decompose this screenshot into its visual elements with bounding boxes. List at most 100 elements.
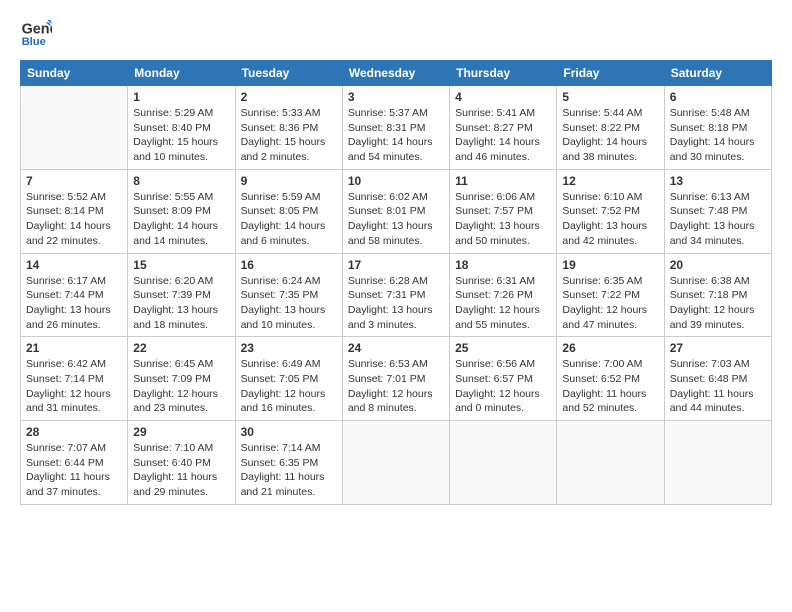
weekday-header-row: SundayMondayTuesdayWednesdayThursdayFrid… <box>21 61 772 86</box>
day-info: Sunrise: 6:06 AMSunset: 7:57 PMDaylight:… <box>455 190 551 249</box>
week-row-1: 7 Sunrise: 5:52 AMSunset: 8:14 PMDaylight… <box>21 169 772 253</box>
day-number: 24 <box>348 341 444 355</box>
day-info: Sunrise: 6:10 AMSunset: 7:52 PMDaylight:… <box>562 190 658 249</box>
weekday-header-monday: Monday <box>128 61 235 86</box>
day-number: 5 <box>562 90 658 104</box>
day-info: Sunrise: 5:44 AMSunset: 8:22 PMDaylight:… <box>562 106 658 165</box>
calendar-cell: 6Sunrise: 5:48 AMSunset: 8:18 PMDaylight… <box>664 86 771 170</box>
calendar-cell <box>21 86 128 170</box>
calendar-cell: 17 Sunrise: 6:28 AMSunset: 7:31 PMDayligh… <box>342 253 449 337</box>
calendar-cell: 16 Sunrise: 6:24 AMSunset: 7:35 PMDayligh… <box>235 253 342 337</box>
day-number: 21 <box>26 341 122 355</box>
day-number: 13 <box>670 174 766 188</box>
day-number: 26 <box>562 341 658 355</box>
svg-text:Blue: Blue <box>22 36 46 48</box>
day-number: 19 <box>562 258 658 272</box>
day-number: 30 <box>241 425 337 439</box>
day-number: 20 <box>670 258 766 272</box>
header: General Blue <box>20 16 772 48</box>
day-number: 3 <box>348 90 444 104</box>
day-number: 25 <box>455 341 551 355</box>
day-info: Sunrise: 6:45 AMSunset: 7:09 PMDaylight:… <box>133 357 229 416</box>
day-info: Sunrise: 6:24 AMSunset: 7:35 PMDaylight:… <box>241 274 337 333</box>
day-number: 4 <box>455 90 551 104</box>
day-info: Sunrise: 6:56 AMSunset: 6:57 PMDaylight:… <box>455 357 551 416</box>
day-info: Sunrise: 6:35 AMSunset: 7:22 PMDaylight:… <box>562 274 658 333</box>
calendar-cell: 10 Sunrise: 6:02 AMSunset: 8:01 PMDayligh… <box>342 169 449 253</box>
weekday-header-wednesday: Wednesday <box>342 61 449 86</box>
calendar-cell: 30Sunrise: 7:14 AMSunset: 6:35 PMDayligh… <box>235 421 342 505</box>
day-number: 12 <box>562 174 658 188</box>
day-info: Sunrise: 5:59 AMSunset: 8:05 PMDaylight:… <box>241 190 337 249</box>
calendar-cell: 23 Sunrise: 6:49 AMSunset: 7:05 PMDayligh… <box>235 337 342 421</box>
day-number: 8 <box>133 174 229 188</box>
day-info: Sunrise: 5:41 AMSunset: 8:27 PMDaylight:… <box>455 106 551 165</box>
day-number: 11 <box>455 174 551 188</box>
day-info: Sunrise: 7:03 AMSunset: 6:48 PMDaylight:… <box>670 357 766 416</box>
calendar-cell <box>557 421 664 505</box>
day-info: Sunrise: 6:28 AMSunset: 7:31 PMDaylight:… <box>348 274 444 333</box>
day-info: Sunrise: 7:10 AMSunset: 6:40 PMDaylight:… <box>133 441 229 500</box>
calendar-cell: 3 Sunrise: 5:37 AMSunset: 8:31 PMDaylight… <box>342 86 449 170</box>
weekday-header-friday: Friday <box>557 61 664 86</box>
day-number: 17 <box>348 258 444 272</box>
day-number: 14 <box>26 258 122 272</box>
day-number: 6 <box>670 90 766 104</box>
calendar-cell: 4 Sunrise: 5:41 AMSunset: 8:27 PMDaylight… <box>450 86 557 170</box>
day-info: Sunrise: 6:42 AMSunset: 7:14 PMDaylight:… <box>26 357 122 416</box>
calendar-cell <box>342 421 449 505</box>
calendar-cell: 8 Sunrise: 5:55 AMSunset: 8:09 PMDaylight… <box>128 169 235 253</box>
calendar-cell: 2Sunrise: 5:33 AMSunset: 8:36 PMDaylight… <box>235 86 342 170</box>
calendar-cell: 12 Sunrise: 6:10 AMSunset: 7:52 PMDayligh… <box>557 169 664 253</box>
calendar-cell: 1 Sunrise: 5:29 AMSunset: 8:40 PMDaylight… <box>128 86 235 170</box>
week-row-4: 28 Sunrise: 7:07 AMSunset: 6:44 PMDayligh… <box>21 421 772 505</box>
week-row-3: 21 Sunrise: 6:42 AMSunset: 7:14 PMDayligh… <box>21 337 772 421</box>
weekday-header-saturday: Saturday <box>664 61 771 86</box>
week-row-0: 1 Sunrise: 5:29 AMSunset: 8:40 PMDaylight… <box>21 86 772 170</box>
day-number: 23 <box>241 341 337 355</box>
calendar-cell: 21 Sunrise: 6:42 AMSunset: 7:14 PMDayligh… <box>21 337 128 421</box>
logo: General Blue <box>20 16 58 48</box>
day-info: Sunrise: 5:37 AMSunset: 8:31 PMDaylight:… <box>348 106 444 165</box>
day-number: 16 <box>241 258 337 272</box>
day-info: Sunrise: 5:29 AMSunset: 8:40 PMDaylight:… <box>133 106 229 165</box>
calendar-cell: 9Sunrise: 5:59 AMSunset: 8:05 PMDaylight… <box>235 169 342 253</box>
day-info: Sunrise: 5:33 AMSunset: 8:36 PMDaylight:… <box>241 106 337 165</box>
calendar-cell: 5 Sunrise: 5:44 AMSunset: 8:22 PMDaylight… <box>557 86 664 170</box>
calendar-cell: 22 Sunrise: 6:45 AMSunset: 7:09 PMDayligh… <box>128 337 235 421</box>
day-info: Sunrise: 5:55 AMSunset: 8:09 PMDaylight:… <box>133 190 229 249</box>
calendar-cell <box>450 421 557 505</box>
day-info: Sunrise: 7:07 AMSunset: 6:44 PMDaylight:… <box>26 441 122 500</box>
day-info: Sunrise: 6:02 AMSunset: 8:01 PMDaylight:… <box>348 190 444 249</box>
weekday-header-thursday: Thursday <box>450 61 557 86</box>
weekday-header-tuesday: Tuesday <box>235 61 342 86</box>
calendar-cell: 14 Sunrise: 6:17 AMSunset: 7:44 PMDayligh… <box>21 253 128 337</box>
calendar-cell: 24 Sunrise: 6:53 AMSunset: 7:01 PMDayligh… <box>342 337 449 421</box>
calendar-cell: 26 Sunrise: 7:00 AMSunset: 6:52 PMDayligh… <box>557 337 664 421</box>
day-info: Sunrise: 6:31 AMSunset: 7:26 PMDaylight:… <box>455 274 551 333</box>
calendar-cell: 15Sunrise: 6:20 AMSunset: 7:39 PMDayligh… <box>128 253 235 337</box>
calendar-cell: 20Sunrise: 6:38 AMSunset: 7:18 PMDayligh… <box>664 253 771 337</box>
weekday-header-sunday: Sunday <box>21 61 128 86</box>
day-info: Sunrise: 6:13 AMSunset: 7:48 PMDaylight:… <box>670 190 766 249</box>
calendar-cell: 13 Sunrise: 6:13 AMSunset: 7:48 PMDayligh… <box>664 169 771 253</box>
day-info: Sunrise: 6:17 AMSunset: 7:44 PMDaylight:… <box>26 274 122 333</box>
day-number: 1 <box>133 90 229 104</box>
calendar-cell: 19 Sunrise: 6:35 AMSunset: 7:22 PMDayligh… <box>557 253 664 337</box>
day-info: Sunrise: 5:52 AMSunset: 8:14 PMDaylight:… <box>26 190 122 249</box>
day-number: 18 <box>455 258 551 272</box>
day-number: 22 <box>133 341 229 355</box>
day-number: 28 <box>26 425 122 439</box>
day-info: Sunrise: 6:53 AMSunset: 7:01 PMDaylight:… <box>348 357 444 416</box>
day-info: Sunrise: 6:20 AMSunset: 7:39 PMDaylight:… <box>133 274 229 333</box>
day-number: 7 <box>26 174 122 188</box>
calendar-cell: 25 Sunrise: 6:56 AMSunset: 6:57 PMDayligh… <box>450 337 557 421</box>
calendar-cell <box>664 421 771 505</box>
day-info: Sunrise: 7:00 AMSunset: 6:52 PMDaylight:… <box>562 357 658 416</box>
page: General Blue SundayMondayTuesdayWednesda… <box>0 0 792 612</box>
calendar-table: SundayMondayTuesdayWednesdayThursdayFrid… <box>20 60 772 505</box>
day-info: Sunrise: 6:49 AMSunset: 7:05 PMDaylight:… <box>241 357 337 416</box>
calendar-cell: 7 Sunrise: 5:52 AMSunset: 8:14 PMDaylight… <box>21 169 128 253</box>
logo-icon: General Blue <box>20 16 52 48</box>
day-number: 10 <box>348 174 444 188</box>
